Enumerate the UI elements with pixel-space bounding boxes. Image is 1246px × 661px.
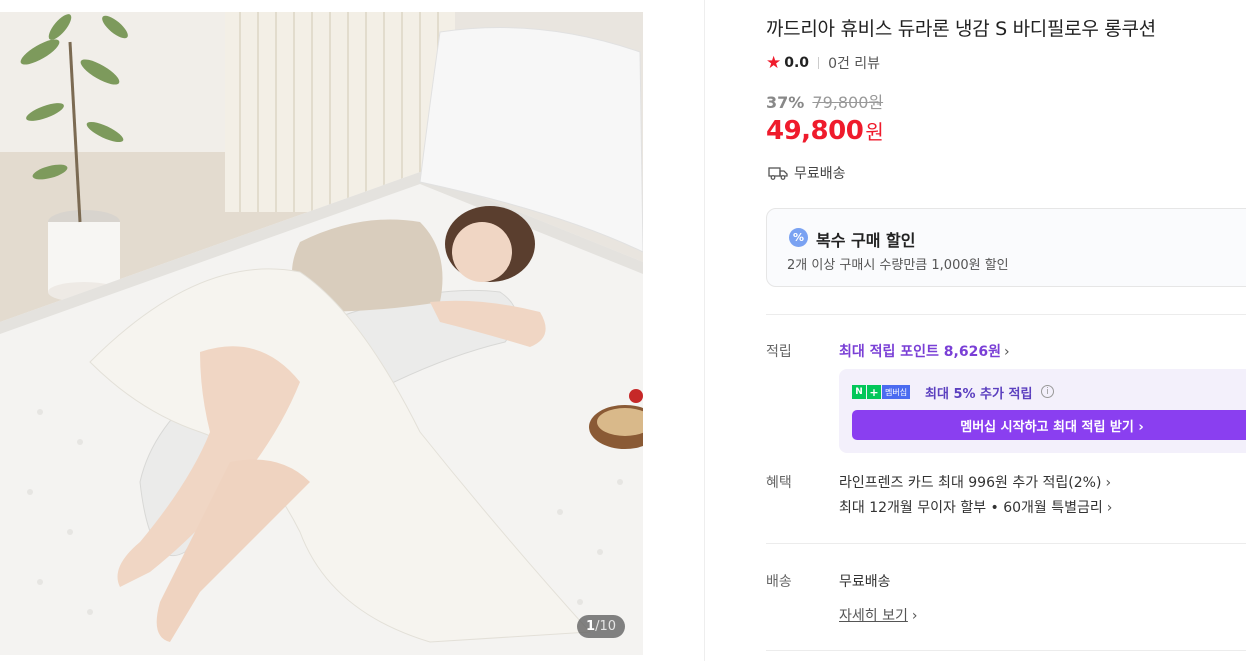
sale-price-value: 49,800 <box>766 116 864 146</box>
max-points-link[interactable]: 최대 적립 포인트 8,626원 › <box>839 341 1010 361</box>
image-counter: 1/10 <box>577 615 625 638</box>
divider <box>704 0 705 661</box>
delivery-value: 무료배송 <box>839 574 891 590</box>
delivery-label: 배송 <box>766 574 792 590</box>
sale-price: 49,800 원 <box>766 116 884 146</box>
plus-icon: + <box>867 385 881 399</box>
rating-divider <box>818 57 820 69</box>
star-icon: ★ <box>766 52 782 73</box>
card-benefit-text: 라인프렌즈 카드 최대 996원 추가 적립(2%) <box>839 475 1102 491</box>
chevron-right-icon: › <box>1106 500 1113 516</box>
naver-n-icon: N <box>852 385 866 399</box>
delivery-detail-link[interactable]: 자세히 보기 › <box>839 605 917 625</box>
points-label: 적립 <box>766 344 792 360</box>
bulk-discount-title: 복수 구매 할인 <box>816 231 916 250</box>
card-benefit-link[interactable]: 라인프렌즈 카드 최대 996원 추가 적립(2%) › <box>839 472 1111 492</box>
discount-row: 37% 79,800원 <box>766 89 883 113</box>
section-divider <box>766 650 1246 651</box>
review-count-link[interactable]: 0건 리뷰 <box>828 53 880 73</box>
start-membership-button[interactable]: 멤버십 시작하고 최대 적립 받기 › <box>852 410 1246 440</box>
membership-box: N + 멤버십 최대 5% 추가 적립 i 멤버십 시작하고 최대 적립 받기 … <box>839 369 1246 453</box>
product-image[interactable]: 1/10 <box>0 12 643 655</box>
shipping-summary: 무료배송 <box>768 163 846 183</box>
product-photo-illustration <box>0 12 643 655</box>
chevron-right-icon: › <box>1003 344 1010 360</box>
chevron-right-icon: › <box>911 608 918 624</box>
shipping-text: 무료배송 <box>794 166 846 182</box>
max-points-text: 최대 적립 포인트 8,626원 <box>839 344 1001 360</box>
membership-extra-points: 최대 5% 추가 적립 <box>925 387 1033 402</box>
percent-badge-icon: % <box>789 228 808 247</box>
rating-row: ★ 0.0 0건 리뷰 <box>766 53 880 73</box>
original-price: 79,800원 <box>812 93 884 112</box>
section-divider <box>766 314 1246 315</box>
membership-badge-text: 멤버십 <box>882 385 911 399</box>
bulk-discount-box: % 복수 구매 할인 2개 이상 구매시 수량만큼 1,000원 할인 <box>766 208 1246 287</box>
truck-icon <box>768 167 788 180</box>
discount-rate: 37% <box>766 93 805 112</box>
currency-unit: 원 <box>865 120 884 144</box>
naver-plus-membership-badge: N + 멤버십 <box>852 385 911 399</box>
product-title: 까드리아 휴비스 듀라론 냉감 S 바디필로우 롱쿠션 <box>766 18 1156 40</box>
benefits-label: 혜택 <box>766 475 792 491</box>
delivery-detail-text: 자세히 보기 <box>839 608 908 624</box>
info-icon[interactable]: i <box>1041 385 1054 398</box>
bulk-discount-desc: 2개 이상 구매시 수량만큼 1,000원 할인 <box>787 258 1009 273</box>
chevron-right-icon: › <box>1105 475 1112 491</box>
installment-benefit-link[interactable]: 최대 12개월 무이자 할부 • 60개월 특별금리 › <box>839 497 1112 517</box>
installment-benefit-text: 최대 12개월 무이자 할부 • 60개월 특별금리 <box>839 500 1103 516</box>
rating-score: 0.0 <box>784 55 810 71</box>
section-divider <box>766 543 1246 544</box>
